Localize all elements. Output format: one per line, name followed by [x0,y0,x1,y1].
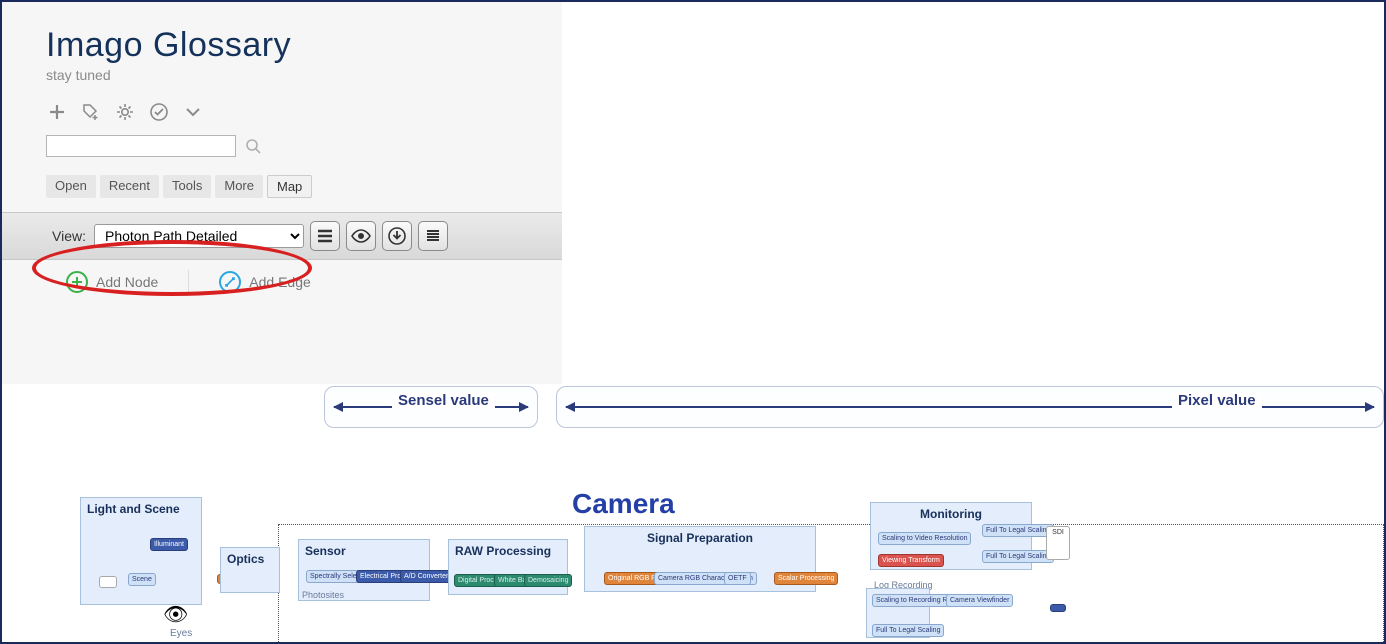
plus-circle-icon [66,271,88,293]
tabs: Open Recent Tools More Map [46,175,522,198]
view-toolbar: View: Photon Path Detailed [2,212,562,260]
region-sensel-label: Sensel value [392,392,495,409]
group-signal-prep-label: Signal Preparation [591,531,809,545]
toolbar [46,101,522,123]
node-adconv[interactable]: A/D Converter [400,570,452,583]
tab-tools[interactable]: Tools [163,175,211,198]
app-title: Imago Glossary [46,26,522,65]
plus-icon[interactable] [46,101,68,123]
node-demosaic[interactable]: Demosaicing [524,574,572,587]
download-circle-icon[interactable] [382,221,412,251]
node-scalar[interactable]: Scalar Processing [774,572,838,585]
group-raw-label: RAW Processing [455,544,561,558]
node-sdi[interactable]: SDI [1046,526,1070,560]
node-scale-video[interactable]: Scaling to Video Resolution [878,532,971,545]
add-edge-label: Add Edge [249,274,311,290]
node-oetf[interactable]: OETF [724,572,751,585]
node-full-legal-1[interactable]: Full To Legal Scaling [982,524,1054,537]
node-scene-image[interactable] [99,576,117,588]
photosites-label: Photosites [302,590,344,600]
eye-icon[interactable] [346,221,376,251]
node-illuminant[interactable]: Illuminant [150,538,188,551]
node-cam-viewfinder[interactable]: Camera Viewfinder [946,594,1013,607]
eye-glyph-icon: 👁 [163,602,188,627]
add-edge-button[interactable]: Add Edge [219,271,311,293]
chevron-down-icon[interactable] [182,101,204,123]
camera-heading: Camera [572,488,675,520]
node-blue-small[interactable] [1050,604,1066,612]
add-node-button[interactable]: Add Node [66,271,158,293]
node-scene[interactable]: Scene [128,573,156,586]
eyes-label: Eyes [170,628,192,639]
sidebar-panel: Imago Glossary stay tuned Open Recent To… [2,2,562,384]
divider [188,270,189,294]
search-input[interactable] [46,135,236,157]
view-select[interactable]: Photon Path Detailed [94,224,304,248]
list-lines-icon[interactable] [310,221,340,251]
diagram-canvas[interactable]: Sensel value Pixel value Camera Light an… [2,384,1384,642]
group-monitoring-label: Monitoring [877,507,1025,521]
link-circle-icon [219,271,241,293]
node-full-legal-2[interactable]: Full To Legal Scaling [982,550,1054,563]
tab-map[interactable]: Map [267,175,312,198]
group-light-scene-label: Light and Scene [87,502,195,516]
group-light-scene[interactable]: Light and Scene [80,497,202,605]
group-optics-label: Optics [227,552,273,566]
tab-more[interactable]: More [215,175,263,198]
group-sensor-label: Sensor [305,544,423,558]
node-full-legal-3[interactable]: Full To Legal Scaling [872,624,944,637]
search-icon[interactable] [242,135,264,157]
tab-open[interactable]: Open [46,175,96,198]
tab-recent[interactable]: Recent [100,175,159,198]
add-node-label: Add Node [96,274,158,290]
app-subtitle: stay tuned [46,67,522,83]
tag-add-icon[interactable] [80,101,102,123]
group-optics[interactable]: Optics [220,547,280,593]
stack-lines-icon[interactable] [418,221,448,251]
view-label: View: [52,228,86,244]
gear-icon[interactable] [114,101,136,123]
node-viewing[interactable]: Viewing Transform [878,554,944,567]
region-pixel-label: Pixel value [1172,392,1262,409]
check-circle-icon[interactable] [148,101,170,123]
